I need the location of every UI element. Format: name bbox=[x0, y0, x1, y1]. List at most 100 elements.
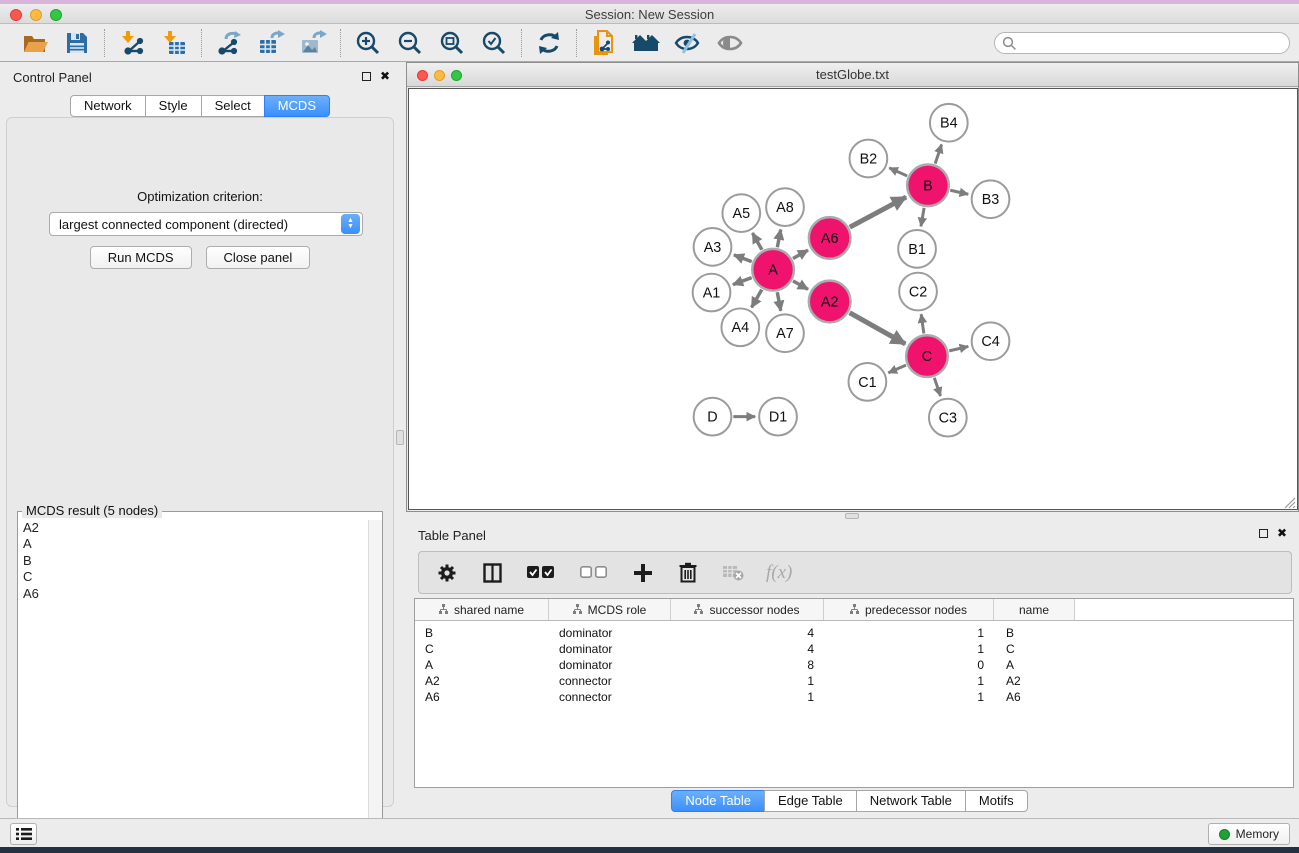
edge-B-B4[interactable] bbox=[935, 144, 941, 163]
new-session-from-doc-icon[interactable] bbox=[589, 28, 619, 58]
table-cell[interactable]: 1 bbox=[824, 641, 994, 657]
tab-motifs[interactable]: Motifs bbox=[965, 790, 1028, 812]
edge-A-A8[interactable] bbox=[777, 230, 780, 248]
tab-select[interactable]: Select bbox=[201, 95, 265, 117]
table-cell[interactable]: C bbox=[994, 641, 1075, 657]
table-cell[interactable]: A6 bbox=[994, 689, 1075, 705]
table-row[interactable]: Bdominator41B bbox=[415, 625, 1293, 641]
table-cell[interactable]: dominator bbox=[549, 625, 671, 641]
table-row[interactable]: A6connector11A6 bbox=[415, 689, 1293, 705]
tab-network[interactable]: Network bbox=[70, 95, 146, 117]
close-table-panel-icon[interactable]: ✖ bbox=[1277, 528, 1287, 538]
criterion-dropdown[interactable]: largest connected component (directed) ▲… bbox=[49, 212, 363, 236]
table-cell[interactable]: 1 bbox=[671, 689, 824, 705]
edge-A-A5[interactable] bbox=[752, 233, 761, 250]
home-view-icon[interactable] bbox=[631, 28, 661, 58]
import-network-icon[interactable] bbox=[117, 28, 147, 58]
table-row[interactable]: Adominator80A bbox=[415, 657, 1293, 673]
edge-A2-C[interactable] bbox=[850, 313, 906, 344]
select-all-rows-icon[interactable] bbox=[525, 561, 557, 585]
edge-C-C3[interactable] bbox=[934, 378, 940, 396]
table-cell[interactable]: A bbox=[415, 657, 549, 673]
edge-C-C2[interactable] bbox=[921, 314, 924, 333]
network-canvas[interactable]: B4B2BB3A8A5A6A3B1AC2A1A2A4A7C4CC1C3DD1 bbox=[408, 88, 1298, 510]
result-item[interactable]: A6 bbox=[19, 586, 367, 602]
show-graphics-details-icon[interactable] bbox=[715, 28, 745, 58]
tab-edge-table[interactable]: Edge Table bbox=[764, 790, 857, 812]
refresh-icon[interactable] bbox=[534, 28, 564, 58]
table-cell[interactable]: 4 bbox=[671, 641, 824, 657]
close-panel-icon[interactable]: ✖ bbox=[380, 71, 390, 81]
float-panel-icon[interactable] bbox=[362, 72, 371, 81]
zoom-in-icon[interactable] bbox=[353, 28, 383, 58]
run-mcds-button[interactable]: Run MCDS bbox=[90, 246, 192, 269]
edge-A-A1[interactable] bbox=[733, 278, 752, 285]
vertical-splitter-handle[interactable] bbox=[396, 430, 404, 445]
table-cell[interactable]: connector bbox=[549, 689, 671, 705]
tab-network-table[interactable]: Network Table bbox=[856, 790, 966, 812]
table-cell[interactable]: 4 bbox=[671, 625, 824, 641]
export-image-icon[interactable] bbox=[298, 28, 328, 58]
delete-table-icon[interactable] bbox=[721, 561, 745, 585]
memory-button[interactable]: Memory bbox=[1208, 823, 1290, 845]
deselect-all-rows-icon[interactable] bbox=[578, 561, 610, 585]
result-item[interactable]: A2 bbox=[19, 520, 367, 536]
column-header-MCDS-role[interactable]: MCDS role bbox=[549, 599, 671, 620]
table-row[interactable]: Cdominator41C bbox=[415, 641, 1293, 657]
table-row[interactable]: A2connector11A2 bbox=[415, 673, 1293, 689]
edge-A-A2[interactable] bbox=[793, 281, 808, 289]
delete-columns-icon[interactable] bbox=[676, 561, 700, 585]
result-item[interactable]: A bbox=[19, 536, 367, 552]
edge-B-B1[interactable] bbox=[921, 208, 924, 227]
table-cell[interactable]: A6 bbox=[415, 689, 549, 705]
edge-A-A3[interactable] bbox=[734, 255, 752, 262]
resize-grip-icon[interactable] bbox=[1282, 495, 1296, 509]
column-header-name[interactable]: name bbox=[994, 599, 1075, 620]
table-cell[interactable]: 8 bbox=[671, 657, 824, 673]
table-settings-icon[interactable] bbox=[435, 561, 459, 585]
hide-graphics-details-icon[interactable] bbox=[673, 28, 703, 58]
float-table-panel-icon[interactable] bbox=[1259, 529, 1268, 538]
table-cell[interactable]: C bbox=[415, 641, 549, 657]
table-cell[interactable]: 1 bbox=[824, 625, 994, 641]
search-field[interactable] bbox=[994, 32, 1290, 54]
table-cell[interactable]: A bbox=[994, 657, 1075, 673]
table-cell[interactable]: dominator bbox=[549, 641, 671, 657]
horizontal-splitter-handle[interactable] bbox=[845, 513, 859, 519]
table-cell[interactable]: B bbox=[415, 625, 549, 641]
column-header-predecessor-nodes[interactable]: predecessor nodes bbox=[824, 599, 994, 620]
zoom-out-icon[interactable] bbox=[395, 28, 425, 58]
task-history-button[interactable] bbox=[10, 823, 37, 845]
edge-A-A7[interactable] bbox=[777, 292, 780, 311]
export-network-icon[interactable] bbox=[214, 28, 244, 58]
table-cell[interactable]: 1 bbox=[824, 673, 994, 689]
column-header-shared-name[interactable]: shared name bbox=[415, 599, 549, 620]
tab-node-table[interactable]: Node Table bbox=[671, 790, 765, 812]
table-cell[interactable]: 1 bbox=[824, 689, 994, 705]
tab-mcds[interactable]: MCDS bbox=[264, 95, 330, 117]
zoom-selected-icon[interactable] bbox=[479, 28, 509, 58]
open-folder-icon[interactable] bbox=[20, 28, 50, 58]
column-header-successor-nodes[interactable]: successor nodes bbox=[671, 599, 824, 620]
apply-function-icon[interactable]: f(x) bbox=[766, 562, 792, 584]
save-icon[interactable] bbox=[62, 28, 92, 58]
table-cell[interactable]: A2 bbox=[415, 673, 549, 689]
export-table-icon[interactable] bbox=[256, 28, 286, 58]
edge-C-C1[interactable] bbox=[888, 365, 906, 373]
table-cell[interactable]: 0 bbox=[824, 657, 994, 673]
table-cell[interactable]: 1 bbox=[671, 673, 824, 689]
result-item[interactable]: B bbox=[19, 553, 367, 569]
edge-A6-B[interactable] bbox=[850, 197, 906, 227]
edge-B-B2[interactable] bbox=[889, 168, 907, 176]
tab-style[interactable]: Style bbox=[145, 95, 202, 117]
show-columns-icon[interactable] bbox=[480, 561, 504, 585]
import-table-icon[interactable] bbox=[159, 28, 189, 58]
edge-A-A6[interactable] bbox=[793, 250, 808, 258]
add-column-icon[interactable] bbox=[631, 561, 655, 585]
result-scrollbar[interactable] bbox=[368, 520, 382, 853]
zoom-fit-icon[interactable] bbox=[437, 28, 467, 58]
edge-C-C4[interactable] bbox=[949, 346, 968, 350]
table-cell[interactable]: connector bbox=[549, 673, 671, 689]
edge-A-A4[interactable] bbox=[752, 290, 762, 308]
search-input[interactable] bbox=[1017, 34, 1289, 52]
